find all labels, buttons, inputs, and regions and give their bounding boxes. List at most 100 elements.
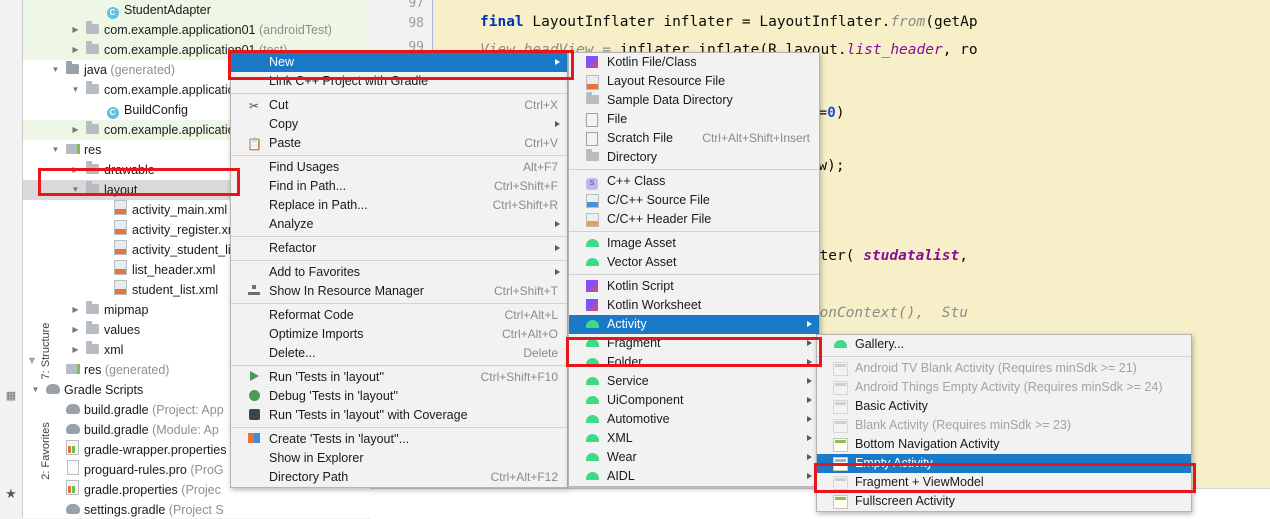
- menu-item-kotlin-worksheet[interactable]: Kotlin Worksheet: [569, 296, 819, 315]
- menu-item-run-tests-in-layout[interactable]: Run 'Tests in 'layout'' Ctrl+Shift+F10: [231, 368, 567, 387]
- menu-item-paste[interactable]: 📋 Paste Ctrl+V: [231, 134, 567, 153]
- menu-item-bottom-navigation-activity[interactable]: Bottom Navigation Activity: [817, 435, 1191, 454]
- triangle-down-icon[interactable]: ▼: [26, 355, 38, 367]
- menu-item-reformat-code[interactable]: Reformat Code Ctrl+Alt+L: [231, 306, 567, 325]
- android-icon: [585, 472, 599, 480]
- menu-item-basic-activity[interactable]: Basic Activity: [817, 397, 1191, 416]
- menu-item-cut[interactable]: ✂ Cut Ctrl+X: [231, 96, 567, 115]
- menu-item-label: C++ Class: [607, 174, 666, 188]
- menu-item-shortcut: Delete: [523, 346, 558, 360]
- menu-item-debug-tests-in-layout[interactable]: Debug 'Tests in 'layout'': [231, 387, 567, 406]
- menu-item-label: Find Usages: [269, 160, 340, 174]
- chevron-right-icon[interactable]: ▶: [70, 120, 81, 140]
- menu-item-show-in-resource-manager[interactable]: Show In Resource Manager Ctrl+Shift+T: [231, 282, 567, 301]
- menu-item-kotlin-file-class[interactable]: Kotlin File/Class: [569, 53, 819, 72]
- menu-item-shortcut: Alt+F7: [522, 160, 558, 174]
- menu-item-label: File: [607, 112, 628, 126]
- menu-item-scratch-file[interactable]: Scratch File Ctrl+Alt+Shift+Insert: [569, 129, 819, 148]
- menu-item-delete[interactable]: Delete... Delete: [231, 344, 567, 363]
- menu-item-label: Android TV Blank Activity (Requires minS…: [855, 361, 1137, 375]
- folder-icon: [585, 149, 599, 161]
- source-folder-icon: [65, 60, 80, 80]
- menu-item-link-c++-project-with-gradle[interactable]: Link C++ Project with Gradle: [231, 72, 567, 91]
- menu-item-layout-resource-file[interactable]: Layout Resource File: [569, 72, 819, 91]
- folder-icon: [585, 92, 599, 104]
- menu-item-gallery[interactable]: Gallery...: [817, 335, 1191, 354]
- chevron-down-icon[interactable]: ▼: [50, 140, 61, 160]
- menu-item-empty-activity[interactable]: Empty Activity: [817, 454, 1191, 473]
- tool-button-favorites[interactable]: 2: Favorites: [35, 391, 57, 511]
- menu-item-replace-in-path[interactable]: Replace in Path... Ctrl+Shift+R: [231, 196, 567, 215]
- menu-item-find-in-path[interactable]: Find in Path... Ctrl+Shift+F: [231, 177, 567, 196]
- menu-item-c-c++-header-file[interactable]: C/C++ Header File: [569, 210, 819, 229]
- tree-item-label: mipmap: [104, 303, 149, 317]
- menu-item-label: Optimize Imports: [269, 327, 364, 341]
- menu-item-fragment[interactable]: Fragment: [569, 334, 819, 353]
- menu-item-image-asset[interactable]: Image Asset: [569, 234, 819, 253]
- xml-file-icon: [585, 75, 599, 90]
- star-icon[interactable]: ★: [5, 487, 17, 500]
- menu-item-sample-data-directory[interactable]: Sample Data Directory: [569, 91, 819, 110]
- menu-item-activity[interactable]: Activity: [569, 315, 819, 334]
- chevron-down-icon[interactable]: ▼: [70, 80, 81, 100]
- menu-item-find-usages[interactable]: Find Usages Alt+F7: [231, 158, 567, 177]
- menu-item-label: Debug 'Tests in 'layout'': [269, 389, 399, 403]
- tree-item-label: layout: [104, 183, 138, 197]
- menu-item-directory[interactable]: Directory: [569, 148, 819, 167]
- menu-item-automotive[interactable]: Automotive: [569, 410, 819, 429]
- template-icon: [833, 381, 848, 395]
- menu-item-folder[interactable]: Folder: [569, 353, 819, 372]
- menu-item-file[interactable]: File: [569, 110, 819, 129]
- tree-item-label: activity_main.xml: [132, 203, 228, 217]
- menu-item-analyze[interactable]: Analyze: [231, 215, 567, 234]
- menu-item-directory-path[interactable]: Directory Path Ctrl+Alt+F12: [231, 468, 567, 487]
- properties-icon: [65, 480, 80, 500]
- chevron-right-icon[interactable]: ▶: [70, 20, 81, 40]
- chevron-right-icon[interactable]: ▶: [70, 300, 81, 320]
- menu-item-show-in-explorer[interactable]: Show in Explorer: [231, 449, 567, 468]
- menu-item-refactor[interactable]: Refactor: [231, 239, 567, 258]
- tree-item-com-example-application01[interactable]: ▶ com.example.application01 (androidTest): [22, 20, 370, 40]
- menu-item-kotlin-script[interactable]: Kotlin Script: [569, 277, 819, 296]
- menu-item-vector-asset[interactable]: Vector Asset: [569, 253, 819, 272]
- activity-submenu[interactable]: Gallery... Android TV Blank Activity (Req…: [816, 334, 1192, 512]
- menu-item-fragment-+-viewmodel[interactable]: Fragment + ViewModel: [817, 473, 1191, 492]
- menu-item-aidl[interactable]: AIDL: [569, 467, 819, 486]
- context-menu[interactable]: New Link C++ Project with Gradle ✂ Cut Ctrl+…: [230, 52, 568, 488]
- menu-item-run-tests-in-layout-with-coverage[interactable]: Run 'Tests in 'layout'' with Coverage: [231, 406, 567, 425]
- menu-item-uicomponent[interactable]: UiComponent: [569, 391, 819, 410]
- menu-item-add-to-favorites[interactable]: Add to Favorites: [231, 263, 567, 282]
- menu-item-xml[interactable]: XML: [569, 429, 819, 448]
- folder-icon: [85, 160, 100, 180]
- menu-item-create-tests-in-layout[interactable]: Create 'Tests in 'layout''...: [231, 430, 567, 449]
- tree-item-label: proguard-rules.pro (ProG: [84, 463, 224, 477]
- menu-item-c++-class[interactable]: S C++ Class: [569, 172, 819, 191]
- menu-item-service[interactable]: Service: [569, 372, 819, 391]
- tree-item-settings-gradle[interactable]: settings.gradle (Project S: [22, 500, 370, 518]
- line-number: 97: [408, 0, 424, 11]
- chevron-right-icon: [807, 473, 812, 479]
- menu-item-wear[interactable]: Wear: [569, 448, 819, 467]
- menu-item-new[interactable]: New: [231, 53, 567, 72]
- menu-item-copy[interactable]: Copy: [231, 115, 567, 134]
- tree-item-suffix: (Project S: [168, 503, 224, 517]
- menu-separator: [569, 231, 819, 232]
- res-folder-icon: [65, 360, 80, 380]
- chevron-down-icon[interactable]: ▼: [50, 60, 61, 80]
- android-icon: [585, 320, 599, 328]
- chevron-down-icon[interactable]: ▼: [70, 180, 81, 200]
- new-submenu[interactable]: Kotlin File/Class Layout Resource File Sam…: [568, 52, 820, 487]
- chevron-right-icon[interactable]: ▶: [70, 40, 81, 60]
- menu-item-optimize-imports[interactable]: Optimize Imports Ctrl+Alt+O: [231, 325, 567, 344]
- android-icon: [585, 339, 599, 347]
- menu-item-fullscreen-activity[interactable]: Fullscreen Activity: [817, 492, 1191, 511]
- menu-item-label: Android Things Empty Activity (Requires …: [855, 380, 1163, 394]
- menu-item-label: Copy: [269, 117, 299, 131]
- chevron-right-icon[interactable]: ▶: [70, 320, 81, 340]
- left-tool-window-strip[interactable]: 7: Structure ▦ 2: Favorites ★ ▼: [0, 0, 52, 518]
- chevron-right-icon[interactable]: ▶: [70, 160, 81, 180]
- menu-item-c-c++-source-file[interactable]: C/C++ Source File: [569, 191, 819, 210]
- chevron-right-icon[interactable]: ▶: [70, 340, 81, 360]
- tree-item-studentadapter[interactable]: C StudentAdapter: [22, 0, 370, 20]
- menu-item-label: Kotlin Worksheet: [607, 298, 702, 312]
